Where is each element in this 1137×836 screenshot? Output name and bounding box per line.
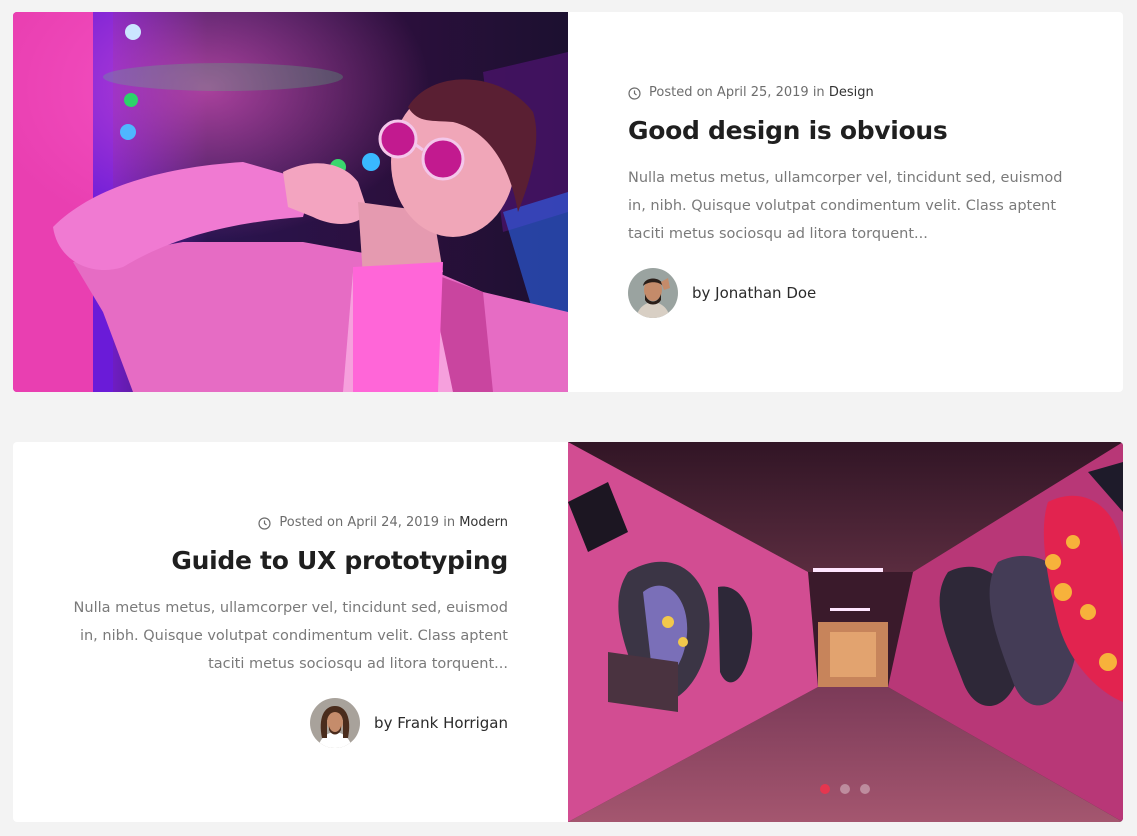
- carousel-dot[interactable]: [840, 784, 850, 794]
- post-author[interactable]: by Frank Horrigan: [68, 698, 508, 748]
- posted-on-label: Posted on: [649, 85, 713, 100]
- in-label: in: [812, 85, 825, 100]
- post-content: Posted on April 25, 2019 in Design Good …: [568, 12, 1123, 392]
- post-image-neon-portrait[interactable]: [13, 12, 568, 392]
- post-content: Posted on April 24, 2019 in Modern Guide…: [13, 442, 568, 822]
- carousel-dot[interactable]: [820, 784, 830, 794]
- author-name[interactable]: by Frank Horrigan: [374, 714, 508, 732]
- neon-portrait-image: [13, 12, 568, 392]
- post-image-graffiti-tunnel[interactable]: [568, 442, 1123, 822]
- author-avatar[interactable]: [310, 698, 361, 748]
- avatar-image: [310, 698, 361, 748]
- post-author[interactable]: by Jonathan Doe: [628, 268, 1068, 318]
- graffiti-tunnel-image: [568, 442, 1123, 822]
- posted-on-label: Posted on: [279, 515, 344, 530]
- author-name[interactable]: by Jonathan Doe: [692, 284, 816, 302]
- post-category-link[interactable]: Modern: [459, 515, 508, 530]
- post-meta: Posted on April 24, 2019 in Modern: [68, 514, 508, 532]
- author-avatar[interactable]: [628, 268, 678, 318]
- blog-post-card: Posted on April 25, 2019 in Design Good …: [13, 12, 1123, 392]
- post-date[interactable]: April 24, 2019: [347, 515, 439, 530]
- post-excerpt: Nulla metus metus, ullamcorper vel, tinc…: [628, 170, 1063, 242]
- in-label: in: [443, 515, 456, 530]
- clock-icon: [258, 516, 272, 530]
- clock-icon: [628, 86, 641, 100]
- avatar-image: [628, 268, 678, 318]
- post-excerpt: Nulla metus metus, ullamcorper vel, tinc…: [73, 600, 508, 672]
- carousel-dot[interactable]: [860, 784, 870, 794]
- carousel-dots: [820, 784, 870, 794]
- blog-post-card: Posted on April 24, 2019 in Modern Guide…: [13, 442, 1123, 822]
- post-title[interactable]: Good design is obvious: [628, 116, 1068, 146]
- post-title[interactable]: Guide to UX prototyping: [68, 546, 508, 576]
- post-category-link[interactable]: Design: [829, 85, 874, 100]
- post-date[interactable]: April 25, 2019: [717, 85, 809, 100]
- post-meta: Posted on April 25, 2019 in Design: [628, 84, 1068, 102]
